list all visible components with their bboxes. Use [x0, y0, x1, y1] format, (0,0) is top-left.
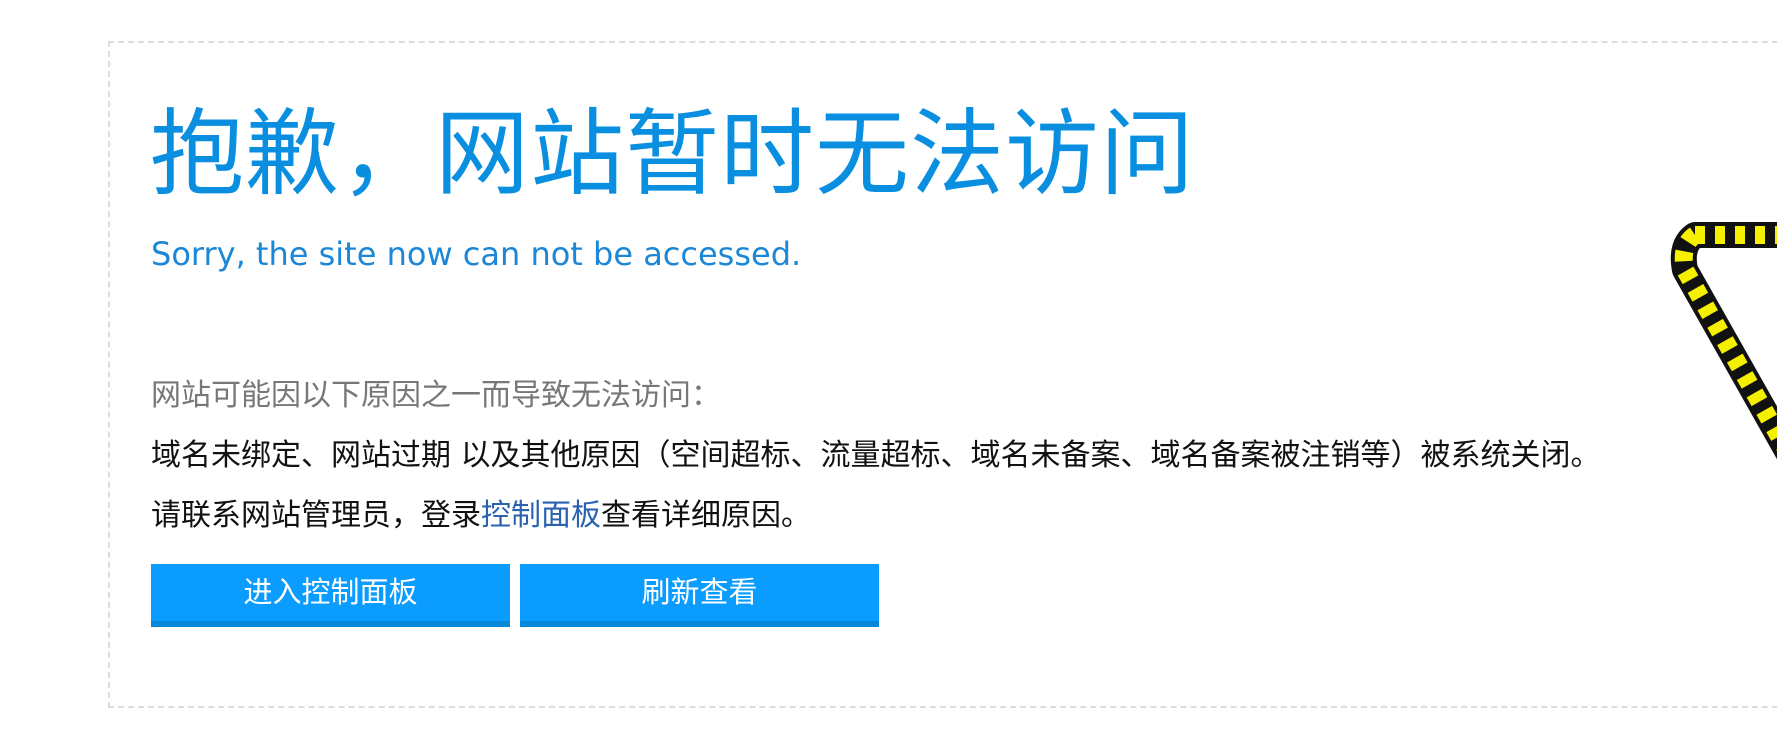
english-subtitle: Sorry, the site now can not be accessed. — [151, 235, 802, 273]
refresh-button[interactable]: 刷新查看 — [520, 564, 879, 627]
enter-control-panel-button[interactable]: 进入控制面板 — [151, 564, 510, 627]
reason-intro: 网站可能因以下原因之一而导致无法访问： — [151, 378, 721, 413]
reason-text: 域名未绑定、网站过期 以及其他原因（空间超标、流量超标、域名未备案、域名备案被注… — [151, 438, 1601, 473]
error-page: 抱歉，网站暂时无法访问 Sorry, the site now can not … — [0, 0, 1777, 734]
contact-suffix: 查看详细原因。 — [601, 498, 811, 533]
warning-triangle-icon — [1670, 222, 1777, 460]
control-panel-link[interactable]: 控制面板 — [481, 498, 601, 533]
contact-text: 请联系网站管理员，登录控制面板查看详细原因。 — [151, 496, 811, 536]
page-title: 抱歉，网站暂时无法访问 — [150, 100, 1196, 209]
contact-prefix: 请联系网站管理员，登录 — [151, 498, 481, 533]
